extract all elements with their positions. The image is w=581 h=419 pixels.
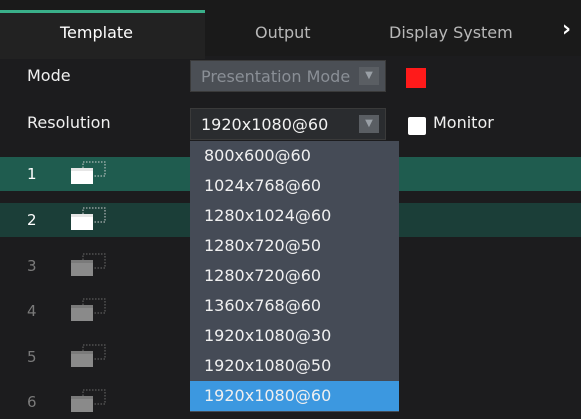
layer-number: 5 (27, 348, 37, 366)
layer-window-icon (71, 253, 106, 276)
resolution-option[interactable]: 1920x1080@60 (190, 381, 399, 411)
resolution-select[interactable]: 1920x1080@60 ▼ (190, 108, 386, 140)
monitor-checkbox[interactable] (408, 117, 426, 135)
layer-number: 2 (27, 211, 37, 229)
layer-number: 1 (27, 165, 37, 183)
resolution-value: 1920x1080@60 (201, 115, 329, 134)
resolution-option[interactable]: 800x600@60 (190, 141, 399, 171)
chevron-right-icon[interactable]: › (562, 17, 571, 42)
mode-select[interactable]: Presentation Mode ▼ (190, 60, 386, 92)
resolution-label: Resolution (27, 113, 111, 132)
color-swatch[interactable] (406, 68, 426, 88)
resolution-option[interactable]: 1280x1024@60 (190, 201, 399, 231)
monitor-label: Monitor (433, 113, 494, 132)
dropdown-arrow-icon[interactable]: ▼ (359, 115, 379, 133)
mode-label: Mode (27, 66, 71, 85)
layer-number: 3 (27, 257, 37, 275)
resolution-option[interactable]: 1920x1080@30 (190, 321, 399, 351)
resolution-option[interactable]: 1280x720@50 (190, 231, 399, 261)
layer-window-icon (71, 207, 106, 230)
resolution-option[interactable]: 1920x1080@50 (190, 351, 399, 381)
tab-output[interactable]: Output (255, 10, 311, 56)
resolution-dropdown-list: 800x600@60 1024x768@60 1280x1024@60 1280x72… (190, 141, 399, 412)
layer-window-icon (71, 298, 106, 321)
resolution-option[interactable]: 1360x768@60 (190, 291, 399, 321)
dropdown-arrow-icon[interactable]: ▼ (359, 67, 379, 85)
layer-window-icon (71, 161, 106, 184)
tab-template[interactable]: Template (0, 10, 205, 59)
layer-window-icon (71, 389, 106, 412)
resolution-option[interactable]: 1024x768@60 (190, 171, 399, 201)
resolution-option[interactable]: 1280x720@60 (190, 261, 399, 291)
tab-display-system[interactable]: Display System (389, 10, 513, 56)
tab-bar: ‹ Template Output Display System › (0, 0, 581, 59)
tab-template-label: Template (60, 23, 134, 42)
layer-number: 4 (27, 302, 37, 320)
layer-window-icon (71, 344, 106, 367)
mode-value: Presentation Mode (201, 67, 351, 86)
layer-number: 6 (27, 393, 37, 411)
